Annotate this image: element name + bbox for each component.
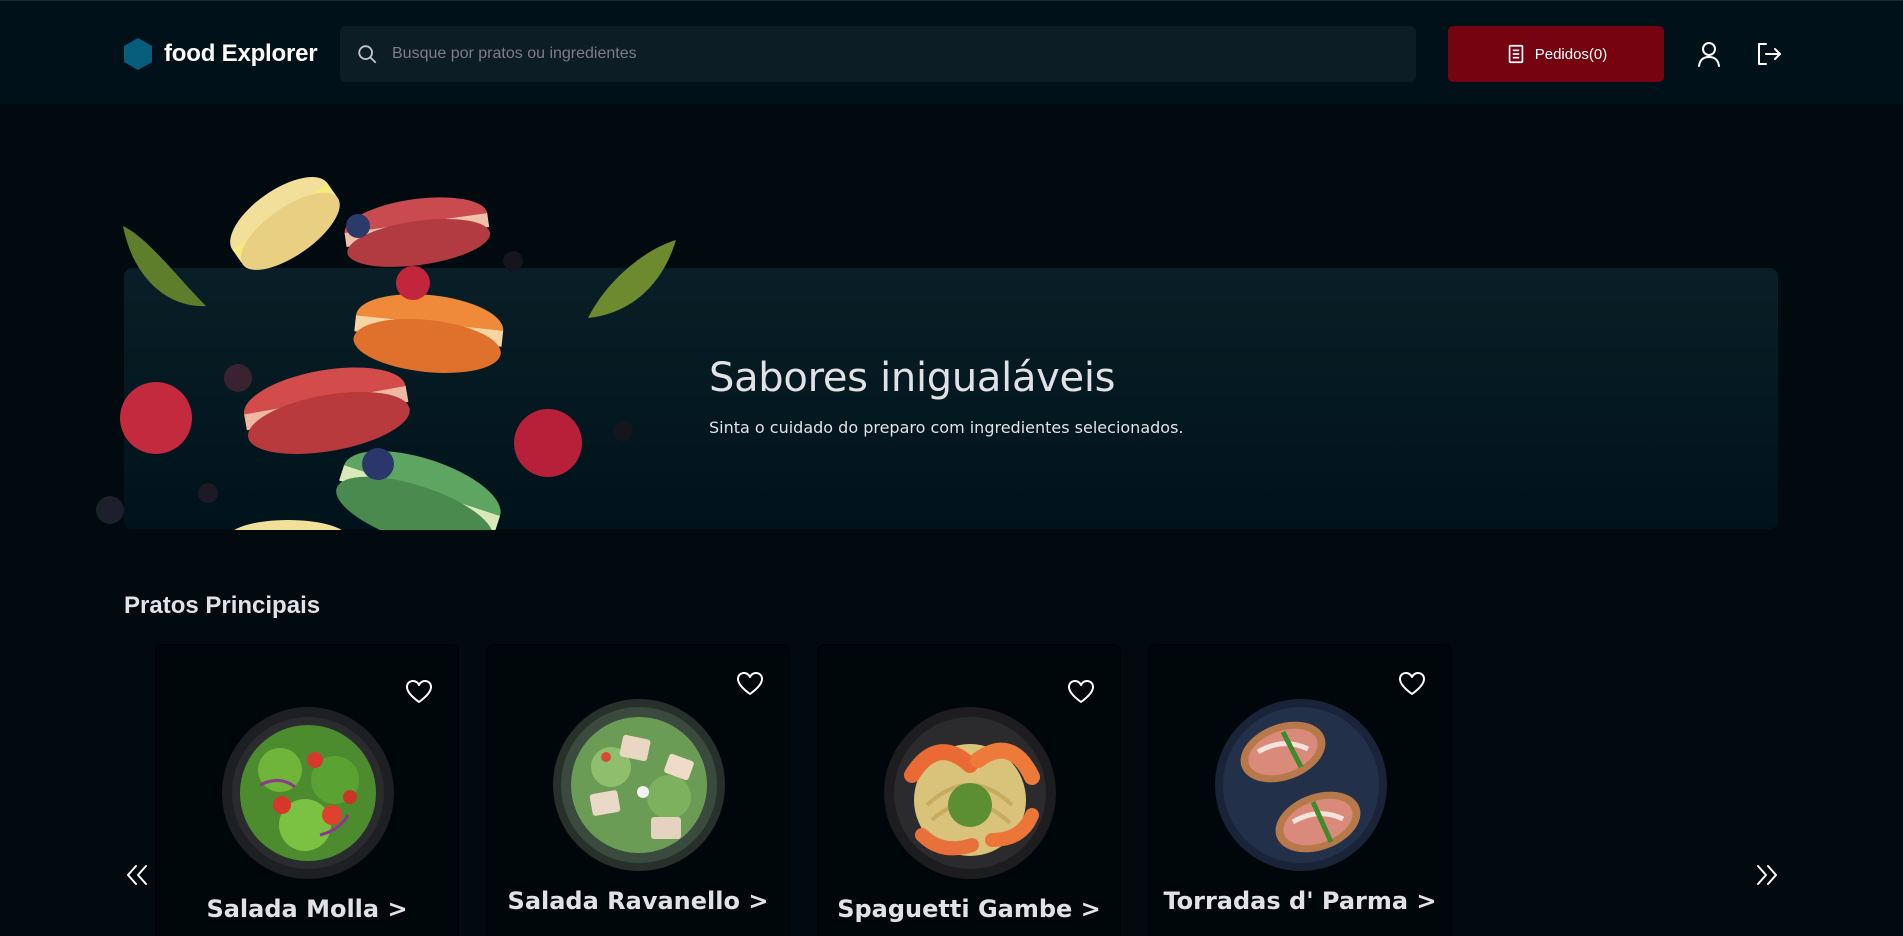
logo-text: food Explorer (164, 40, 318, 67)
dish-image[interactable] (551, 697, 727, 873)
dish-name[interactable]: Spaguetti Gambe > (818, 895, 1120, 923)
heart-icon[interactable] (735, 669, 765, 699)
top-header: food Explorer Pedidos(0) (0, 0, 1903, 104)
orders-label: Pedidos(0) (1534, 45, 1608, 63)
dish-name[interactable]: Salada Molla > (156, 895, 458, 923)
section-title: Pratos Principais (124, 592, 321, 619)
dish-image[interactable] (220, 705, 396, 881)
search-icon (356, 43, 378, 65)
hexagon-logo-icon (122, 37, 154, 71)
search-input[interactable] (392, 34, 1352, 74)
dish-card[interactable]: Salada Ravanello > (486, 644, 790, 936)
heart-icon[interactable] (1397, 669, 1427, 699)
receipt-icon (1505, 43, 1527, 65)
dish-card[interactable]: Torradas d' Parma > (1148, 644, 1452, 936)
hero-title: Sabores inigualáveis (709, 355, 1116, 401)
dish-image[interactable] (1213, 697, 1389, 873)
user-icon[interactable] (1694, 39, 1724, 69)
heart-icon[interactable] (404, 677, 434, 707)
dish-card[interactable]: Salada Molla > (155, 644, 459, 936)
dish-name[interactable]: Salada Ravanello > (487, 887, 789, 915)
sign-out-icon[interactable] (1754, 39, 1784, 69)
hero-subtitle: Sinta o cuidado do preparo com ingredien… (709, 418, 1184, 437)
dish-card[interactable]: Spaguetti Gambe > (817, 644, 1121, 936)
dish-image[interactable] (882, 705, 1058, 881)
chevrons-right-icon[interactable] (1750, 858, 1784, 892)
chevrons-left-icon[interactable] (120, 858, 154, 892)
heart-icon[interactable] (1066, 677, 1096, 707)
search-bar[interactable] (340, 26, 1416, 82)
dish-name[interactable]: Torradas d' Parma > (1149, 887, 1451, 915)
orders-button[interactable]: Pedidos(0) (1448, 26, 1664, 82)
macarons-illustration (88, 128, 688, 530)
logo[interactable]: food Explorer (122, 37, 318, 71)
